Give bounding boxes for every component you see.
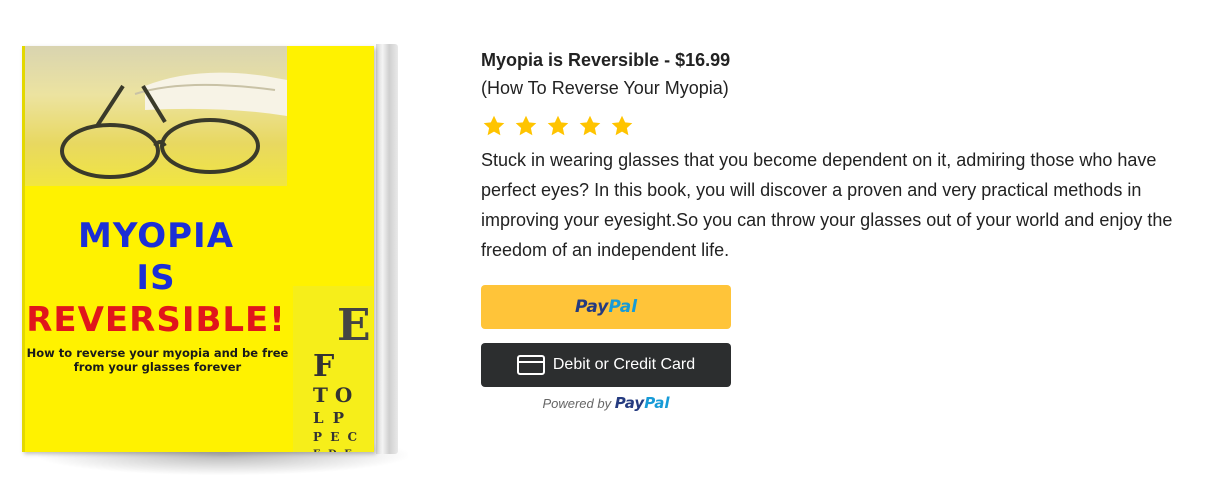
cover-title-is: IS [136, 258, 176, 298]
paypal-logo: PayPal [575, 297, 637, 317]
product-info: Myopia is Reversible - $16.99 (How To Re… [481, 47, 1201, 265]
eye-chart-row: P E C [313, 430, 359, 444]
card-button-label: Debit or Credit Card [552, 356, 696, 373]
book-cover: MYOPIA IS REVERSIBLE! How to reverse you… [22, 46, 374, 452]
credit-card-icon [516, 355, 545, 375]
powered-by-paypal: Powered by PayPal [481, 394, 731, 412]
book-pages-edge [376, 44, 398, 454]
paypal-button[interactable]: PayPal [481, 285, 731, 329]
product-title: Myopia is Reversible - $16.99 [481, 50, 731, 70]
book-cover-image: MYOPIA IS REVERSIBLE! How to reverse you… [20, 40, 408, 475]
eye-chart-row: E D F [313, 449, 353, 452]
product-widget: MYOPIA IS REVERSIBLE! How to reverse you… [0, 0, 1212, 494]
paypal-logo-pal: Pal [608, 297, 638, 317]
powered-by-text: Powered by [542, 396, 612, 411]
eye-chart: EFT OL PP E CE D FF E L O [293, 286, 373, 452]
star-icon [547, 115, 569, 136]
powered-paypal-pal: Pal [644, 394, 670, 412]
star-icon [515, 115, 537, 136]
star-icon [611, 115, 633, 136]
paypal-logo-pay: Pay [574, 297, 609, 317]
product-subtitle: (How To Reverse Your Myopia) [481, 78, 729, 98]
cover-title-myopia: MYOPIA [77, 216, 235, 256]
star-rating [481, 113, 1201, 139]
product-description: Stuck in wearing glasses that you become… [481, 150, 1173, 260]
cover-subtitle: How to reverse your myopia and be free f… [26, 346, 289, 374]
eye-chart-row: T O [313, 383, 352, 407]
eye-chart-row: E [337, 300, 371, 351]
star-icon [579, 115, 601, 136]
glasses-photo [25, 46, 287, 186]
cover-title-reversible: REVERSIBLE! [26, 300, 286, 340]
eye-chart-row: L P [313, 409, 346, 427]
powered-paypal-logo: PayPal [615, 394, 670, 412]
eye-chart-row: F [313, 349, 334, 384]
debit-credit-card-button[interactable]: Debit or Credit Card [481, 343, 731, 387]
star-icon [483, 115, 505, 136]
powered-paypal-pay: Pay [614, 394, 645, 412]
